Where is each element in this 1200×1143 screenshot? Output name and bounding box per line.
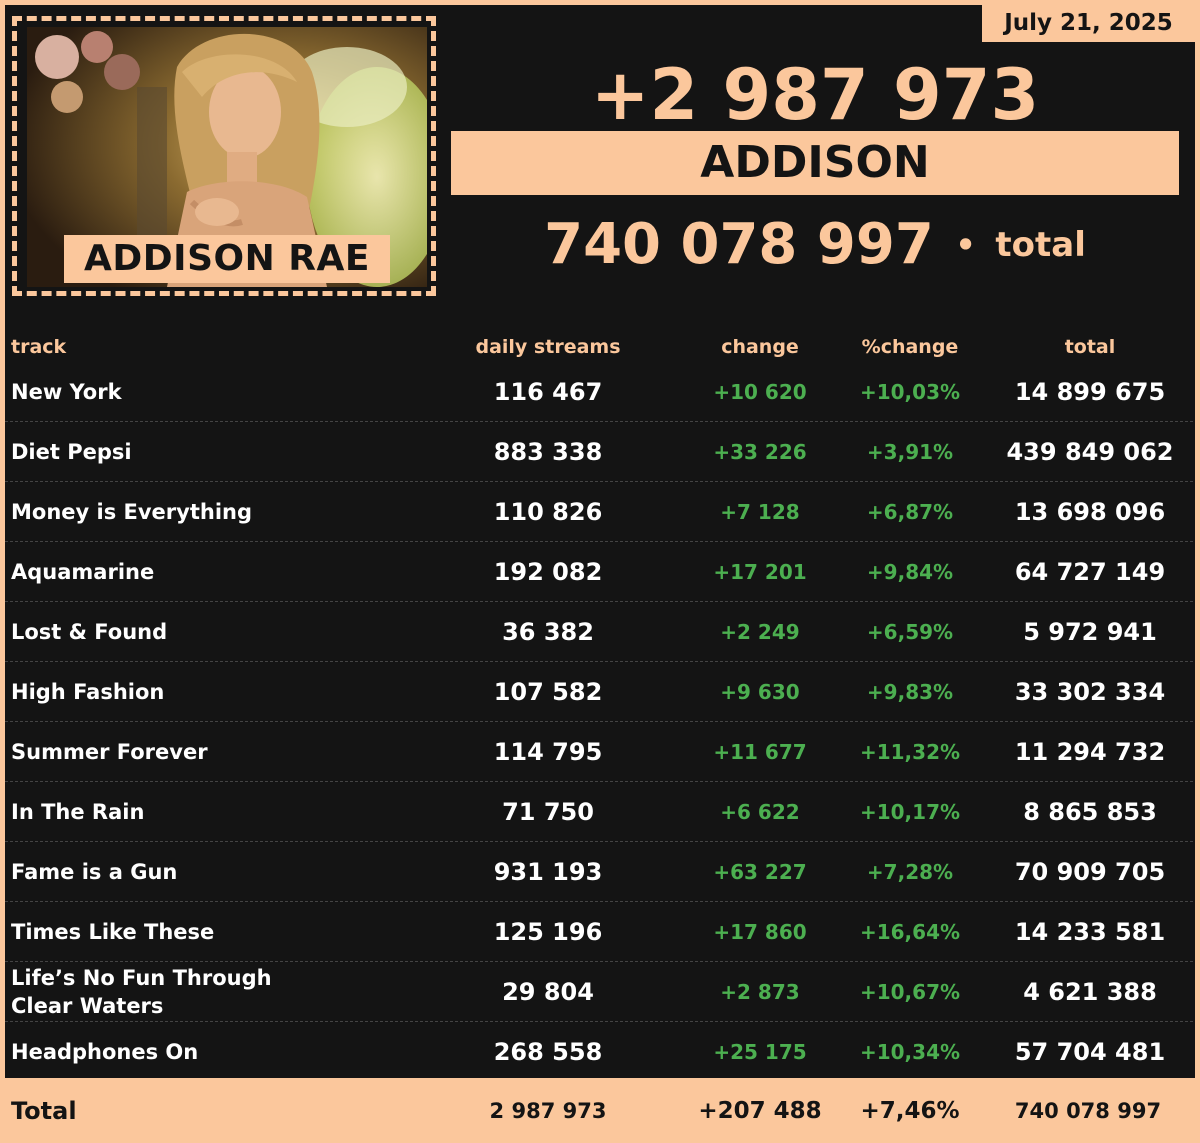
total-value: 64 727 149 [1014, 558, 1166, 586]
total-label: total [995, 225, 1086, 265]
total-value: 5 972 941 [1023, 618, 1157, 646]
total-value: 14 899 675 [1014, 378, 1166, 406]
daily-change-total: +2 987 973 [590, 54, 1040, 136]
album-title: ADDISON [451, 131, 1179, 195]
date-badge: July 21, 2025 [982, 5, 1195, 42]
footer-total: 740 078 997 [1014, 1099, 1162, 1123]
pct-change-value: +11,32% [859, 740, 961, 764]
total-value: 13 698 096 [1014, 498, 1166, 526]
table-row: Times Like These 125 196 +17 860 +16,64%… [5, 902, 1193, 962]
table-row: Summer Forever 114 795 +11 677 +11,32% 1… [5, 722, 1193, 782]
total-value: 8 865 853 [1023, 798, 1157, 826]
daily-streams: 29 804 [502, 978, 594, 1006]
table-row: In The Rain 71 750 +6 622 +10,17% 8 865 … [5, 782, 1193, 842]
pct-change-value: +10,34% [859, 1040, 961, 1064]
pct-change-value: +3,91% [866, 440, 954, 464]
daily-streams: 36 382 [502, 618, 594, 646]
footer-pct-change: +7,46% [860, 1098, 960, 1124]
header-pct-change: %change [861, 336, 959, 358]
daily-streams: 125 196 [493, 918, 603, 946]
track-name: Times Like These [11, 920, 215, 944]
daily-streams: 931 193 [493, 858, 603, 886]
total-value: 33 302 334 [1014, 678, 1166, 706]
pct-change-value: +9,84% [866, 560, 954, 584]
daily-streams: 192 082 [493, 558, 603, 586]
pct-change-value: +7,28% [866, 860, 954, 884]
track-name: Lost & Found [11, 620, 168, 644]
track-name: Fame is a Gun [11, 860, 178, 884]
total-value: 439 849 062 [1006, 438, 1174, 466]
daily-streams: 116 467 [493, 378, 603, 406]
daily-streams: 107 582 [493, 678, 603, 706]
track-name: High Fashion [11, 680, 165, 704]
total-value: 14 233 581 [1014, 918, 1166, 946]
total-streams-value: 740 078 997 [544, 212, 934, 277]
header-daily-streams: daily streams [475, 336, 621, 358]
total-value: 70 909 705 [1014, 858, 1166, 886]
table-row: Fame is a Gun 931 193 +63 227 +7,28% 70 … [5, 842, 1193, 902]
table-row: Headphones On 268 558 +25 175 +10,34% 57… [5, 1022, 1193, 1082]
pct-change-value: +10,67% [859, 980, 961, 1004]
artist-name: ADDISON RAE [64, 235, 390, 283]
pct-change-value: +10,03% [859, 380, 961, 404]
table-row: Aquamarine 192 082 +17 201 +9,84% 64 727… [5, 542, 1193, 602]
table-row: Lost & Found 36 382 +2 249 +6,59% 5 972 … [5, 602, 1193, 662]
track-name: New York [11, 380, 122, 404]
footer-daily-streams: 2 987 973 [489, 1099, 607, 1123]
table-row: Money is Everything 110 826 +7 128 +6,87… [5, 482, 1193, 542]
track-name: Life’s No Fun Through Clear Waters [11, 966, 272, 1018]
pct-change-value: +6,87% [866, 500, 954, 524]
track-name: Headphones On [11, 1040, 199, 1064]
daily-streams: 114 795 [493, 738, 603, 766]
track-name: Money is Everything [11, 500, 253, 524]
total-value: 57 704 481 [1014, 1038, 1166, 1066]
table-row: High Fashion 107 582 +9 630 +9,83% 33 30… [5, 662, 1193, 722]
pct-change-value: +6,59% [866, 620, 954, 644]
total-value: 4 621 388 [1023, 978, 1157, 1006]
track-name: In The Rain [11, 800, 145, 824]
table-row: New York 116 467 +10 620 +10,03% 14 899 … [5, 362, 1193, 422]
footer-label: Total [11, 1097, 77, 1125]
pct-change-value: +16,64% [859, 920, 961, 944]
pct-change-value: +10,17% [859, 800, 961, 824]
table-row: Diet Pepsi 883 338 +33 226 +3,91% 439 84… [5, 422, 1193, 482]
track-name: Aquamarine [11, 560, 155, 584]
header-track: track [11, 336, 67, 358]
track-name: Diet Pepsi [11, 440, 132, 464]
daily-streams: 110 826 [493, 498, 603, 526]
total-streams-line: 740 078 997 • total [450, 210, 1180, 280]
track-name: Summer Forever [11, 740, 208, 764]
table-row: Life’s No Fun Through Clear Waters 29 80… [5, 962, 1193, 1022]
pct-change-value: +9,83% [866, 680, 954, 704]
daily-streams: 883 338 [493, 438, 603, 466]
bullet-separator: • [955, 226, 976, 264]
header-total: total [1064, 336, 1116, 358]
total-value: 11 294 732 [1014, 738, 1166, 766]
daily-streams: 268 558 [493, 1038, 603, 1066]
daily-streams: 71 750 [502, 798, 594, 826]
